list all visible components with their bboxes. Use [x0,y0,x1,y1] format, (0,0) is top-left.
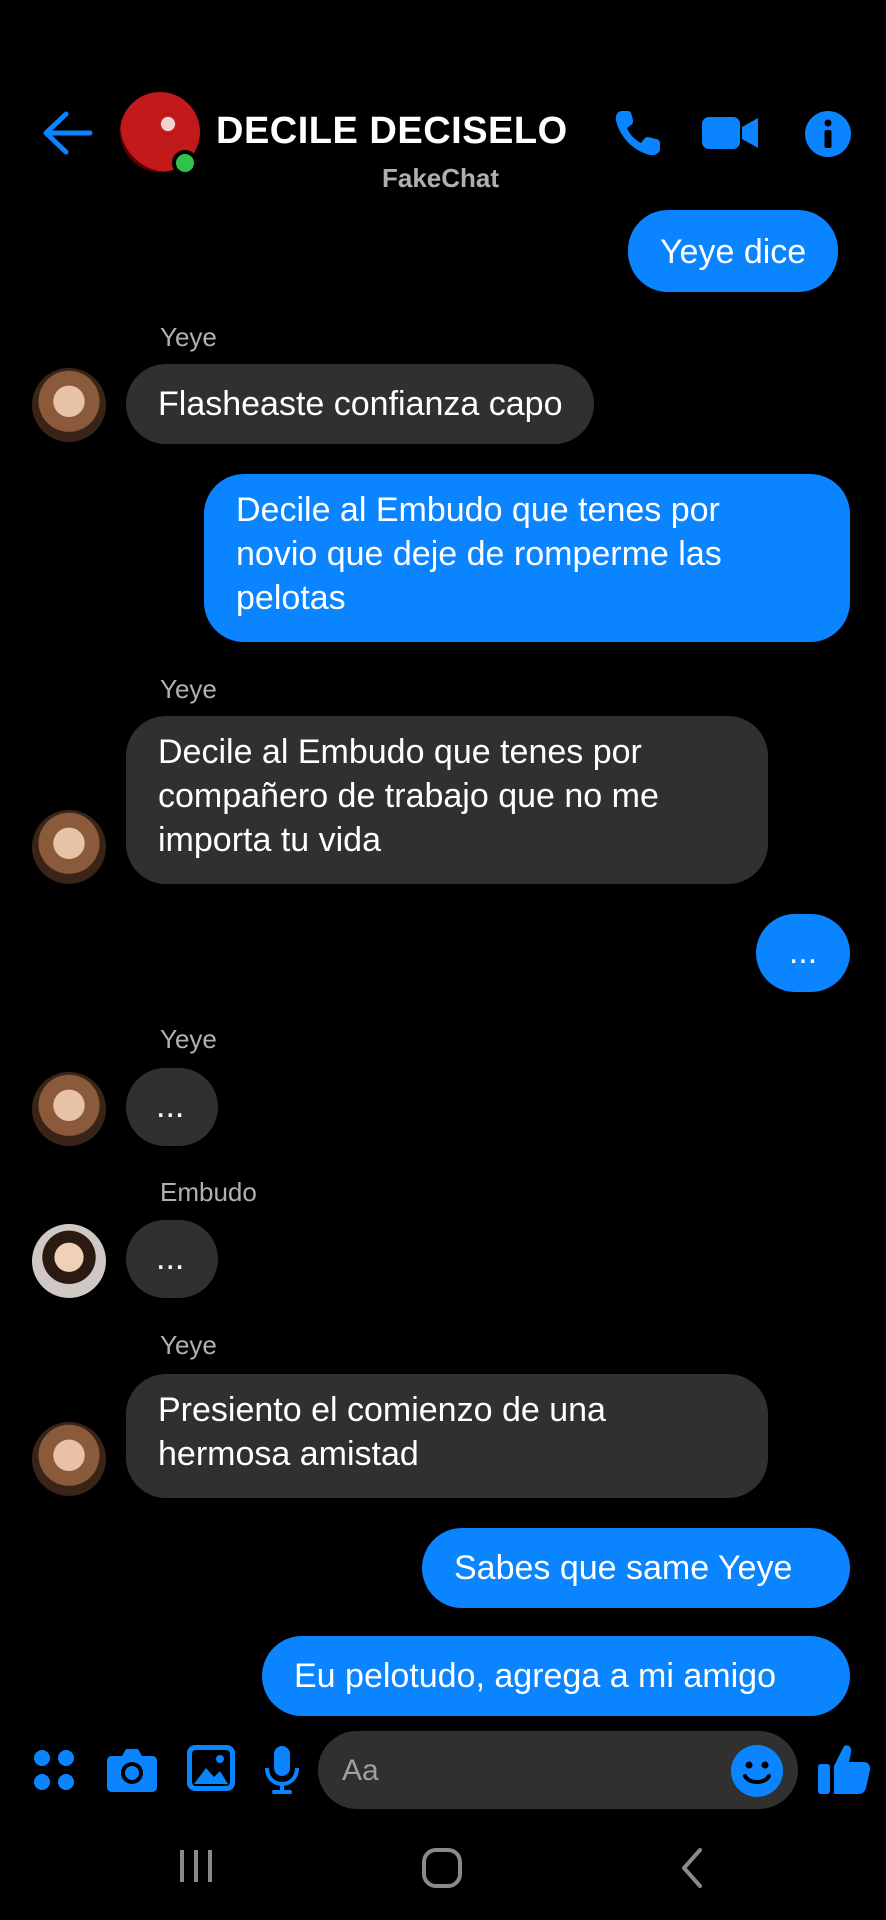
back-nav-icon[interactable] [676,1846,708,1890]
message-text-line: Decile al Embudo que tenes por [158,733,642,771]
message-text: ... [156,1239,185,1277]
message-incoming[interactable]: ... [126,1068,218,1146]
chat-title[interactable]: DECILE DECISELO [216,110,568,153]
online-indicator [172,150,198,176]
info-icon[interactable] [804,110,852,158]
message-text: ... [788,933,818,971]
avatar-yeye[interactable] [32,810,106,884]
message-incoming[interactable]: Decile al Embudo que tenes por compañero… [126,716,768,884]
message-incoming[interactable]: Flasheaste confianza capo [126,364,595,444]
sender-name: Yeye [160,1024,217,1054]
video-camera-icon[interactable] [700,105,760,161]
chat-header: DECILE DECISELO FakeChat [0,0,886,200]
microphone-icon[interactable] [264,1744,300,1796]
message-incoming[interactable]: ... [126,1220,218,1298]
message-outgoing[interactable]: Yeye dice [628,210,839,292]
message-text-line: hermosa amistad [158,1435,419,1473]
message-text-line: Presiento el comienzo de una [158,1391,606,1429]
sender-name: Yeye [160,322,217,352]
back-arrow-icon[interactable] [40,108,94,158]
message-text-line: compañero de trabajo que no me [158,777,659,815]
camera-icon[interactable] [106,1744,158,1794]
message-outgoing[interactable]: ... [756,914,850,992]
avatar-yeye[interactable] [32,1072,106,1146]
message-input[interactable] [318,1731,798,1809]
message-text: Sabes que same Yeye [454,1549,793,1587]
sender-name: Yeye [160,1330,217,1360]
message-text: Flasheaste confianza capo [158,385,563,423]
emoji-icon[interactable] [730,1744,784,1798]
message-incoming[interactable]: Presiento el comienzo de una hermosa ami… [126,1374,768,1498]
message-text-line: novio que deje de romperme las [236,535,722,573]
apps-grid-icon[interactable] [32,1748,76,1792]
thumbs-up-icon[interactable] [816,1740,872,1796]
message-outgoing[interactable]: Decile al Embudo que tenes por novio que… [204,474,850,642]
message-text: ... [156,1087,185,1125]
message-text: Yeye dice [660,233,807,271]
message-text-line: importa tu vida [158,821,381,859]
sender-name: Yeye [160,674,217,704]
sender-name: Embudo [160,1177,257,1207]
avatar-yeye[interactable] [32,368,106,442]
image-icon[interactable] [186,1744,236,1792]
message-text: Eu pelotudo, agrega a mi amigo [294,1657,776,1695]
home-icon[interactable] [420,1846,464,1890]
message-outgoing[interactable]: Sabes que same Yeye [422,1528,850,1608]
phone-icon[interactable] [610,105,666,161]
recent-apps-icon[interactable] [176,1846,216,1886]
chat-subtitle: FakeChat [382,163,500,193]
message-text-line: Decile al Embudo que tenes por [236,491,720,529]
message-text-line: pelotas [236,579,346,617]
message-outgoing[interactable]: Eu pelotudo, agrega a mi amigo [262,1636,850,1716]
avatar-yeye[interactable] [32,1422,106,1496]
avatar-embudo[interactable] [32,1224,106,1298]
message-input-placeholder: Aa [342,1754,379,1787]
